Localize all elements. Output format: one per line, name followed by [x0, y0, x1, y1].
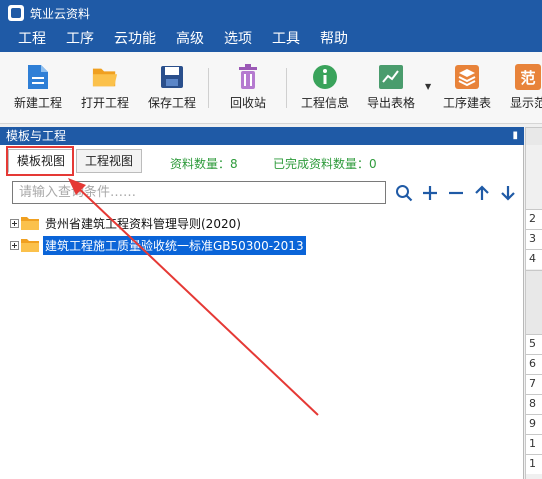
folder-icon — [21, 216, 39, 230]
add-icon[interactable] — [420, 183, 440, 203]
export-table-label: 导出表格 — [367, 96, 416, 110]
show-sample-button[interactable]: 范 显示范 — [510, 64, 542, 111]
grid-row-number: 3 — [526, 229, 542, 249]
grid-header — [526, 127, 542, 145]
save-project-button[interactable]: 保存工程 — [148, 64, 196, 111]
new-project-button[interactable]: 新建工程 — [14, 64, 62, 111]
toolbar-divider — [208, 68, 209, 108]
menu-project[interactable]: 工程 — [8, 26, 56, 52]
menu-options[interactable]: 选项 — [214, 26, 262, 52]
recycle-bin-label: 回收站 — [230, 96, 267, 110]
panel-header: 模板与工程 ▮ — [0, 127, 524, 145]
completed-count: 已完成资料数量：0 — [273, 157, 377, 171]
search-tools — [394, 183, 518, 203]
move-up-icon[interactable] — [472, 183, 492, 203]
grid-row-number: 9 — [526, 414, 542, 434]
window-title: 筑业云资料 — [30, 6, 91, 21]
tab-project-view[interactable]: 工程视图 — [76, 149, 143, 173]
menu-bar: 工程 工序 云功能 高级 选项 工具 帮助 — [0, 26, 542, 52]
remove-icon[interactable] — [446, 183, 466, 203]
open-project-button[interactable]: 打开工程 — [81, 64, 129, 111]
grid-row-number: 1 — [526, 434, 542, 454]
info-icon — [312, 64, 338, 90]
menu-advanced[interactable]: 高级 — [166, 26, 214, 52]
app-logo-icon — [8, 5, 24, 21]
search-input[interactable]: 请输入查询条件…… — [12, 181, 386, 204]
new-project-label: 新建工程 — [14, 96, 63, 110]
tab-template-view[interactable]: 模板视图 — [8, 149, 75, 173]
pin-icon[interactable]: ▮ — [512, 127, 518, 145]
tree-item-label: 建筑工程施工质量验收统一标准GB50300-2013 — [43, 235, 306, 255]
right-grid-partial: 2 3 4 5 6 7 8 9 1 1 — [525, 127, 542, 479]
save-disk-icon — [159, 64, 185, 90]
export-spreadsheet-icon — [378, 64, 404, 90]
toolbar: 新建工程 打开工程 保存工程 回收站 工程信息 导出表格 ▼ 工序建表 范 显示… — [0, 52, 542, 124]
data-count: 资料数量：8 — [170, 157, 238, 171]
grid-header — [526, 270, 542, 334]
grid-row-number: 7 — [526, 374, 542, 394]
tree-item[interactable]: 贵州省建筑工程资料管理导则(2020) — [10, 212, 306, 234]
grid-row-number: 8 — [526, 394, 542, 414]
new-document-icon — [25, 64, 51, 90]
menu-process[interactable]: 工序 — [56, 26, 104, 52]
template-tree: 贵州省建筑工程资料管理导则(2020) 建筑工程施工质量验收统一标准GB5030… — [10, 212, 306, 256]
layers-icon — [454, 64, 480, 90]
export-table-button[interactable]: 导出表格 — [367, 64, 415, 111]
export-dropdown-arrow-icon[interactable]: ▼ — [425, 82, 431, 91]
open-project-label: 打开工程 — [81, 96, 130, 110]
save-project-label: 保存工程 — [148, 96, 197, 110]
search-icon[interactable] — [394, 183, 414, 203]
title-bar: 筑业云资料 — [0, 0, 542, 26]
expand-icon[interactable] — [10, 218, 19, 228]
tree-item[interactable]: 建筑工程施工质量验收统一标准GB50300-2013 — [10, 234, 306, 256]
grid-row-number: 2 — [526, 209, 542, 229]
trash-icon — [235, 64, 261, 90]
folder-open-icon — [92, 64, 118, 90]
project-info-button[interactable]: 工程信息 — [301, 64, 349, 111]
grid-row-number: 1 — [526, 454, 542, 474]
process-table-label: 工序建表 — [443, 96, 492, 110]
sample-icon: 范 — [515, 64, 541, 90]
menu-help[interactable]: 帮助 — [310, 26, 358, 52]
move-down-icon[interactable] — [498, 183, 518, 203]
panel-title: 模板与工程 — [6, 129, 67, 143]
project-info-label: 工程信息 — [301, 96, 350, 110]
menu-tools[interactable]: 工具 — [262, 26, 310, 52]
toolbar-divider — [286, 68, 287, 108]
expand-icon[interactable] — [10, 240, 19, 250]
tree-item-label: 贵州省建筑工程资料管理导则(2020) — [45, 216, 241, 231]
grid-row-number: 5 — [526, 334, 542, 354]
menu-cloud[interactable]: 云功能 — [104, 26, 166, 52]
grid-row-number: 6 — [526, 354, 542, 374]
grid-row-number: 4 — [526, 249, 542, 269]
process-table-button[interactable]: 工序建表 — [443, 64, 491, 111]
show-sample-label: 显示范 — [510, 96, 542, 110]
recycle-bin-button[interactable]: 回收站 — [230, 64, 266, 111]
folder-icon — [21, 238, 39, 252]
